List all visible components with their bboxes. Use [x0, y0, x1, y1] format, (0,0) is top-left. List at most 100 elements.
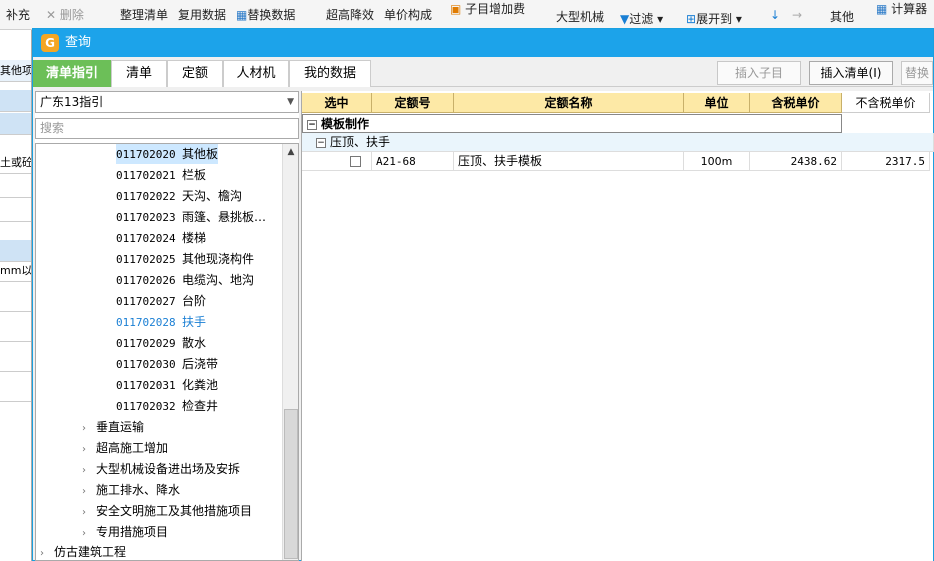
- replace-data-button[interactable]: ▦替换数据: [236, 6, 295, 23]
- tree-item[interactable]: 011702021 栏板: [116, 165, 206, 185]
- chevron-right-icon[interactable]: ›: [82, 482, 96, 502]
- item-code: 011702027: [116, 295, 176, 308]
- column-header-select[interactable]: 选中: [302, 93, 372, 113]
- subgroup-row[interactable]: − 压顶、扶手: [302, 133, 934, 152]
- scrollbar-thumb[interactable]: [284, 409, 298, 559]
- guide-selector-value: 广东13指引: [40, 95, 104, 109]
- item-name: 栏板: [182, 168, 207, 182]
- chevron-right-icon[interactable]: ›: [82, 524, 96, 544]
- tree-item[interactable]: 011702031 化粪池: [116, 375, 218, 395]
- scroll-up-icon[interactable]: ▲: [283, 144, 298, 160]
- background-table-strip: 其他项 土或砼 mm以内: [0, 30, 32, 561]
- collapse-icon[interactable]: −: [316, 137, 326, 148]
- tab-quota[interactable]: 定额: [167, 60, 223, 87]
- item-code: 011702024: [116, 232, 176, 245]
- tree-item[interactable]: 011702023 雨篷、悬挑板…: [116, 207, 266, 227]
- table-row[interactable]: A21-68 压顶、扶手模板 100m 2438.62 2317.5: [302, 152, 934, 171]
- price-composition-button[interactable]: 单价构成: [384, 6, 432, 23]
- tab-list-guide[interactable]: 清单指引: [33, 60, 111, 87]
- price-without-tax-cell: 2317.5: [842, 152, 930, 171]
- background-row: [0, 240, 31, 262]
- tree-item[interactable]: 011702026 电缆沟、地沟: [116, 270, 254, 290]
- item-code: 011702021: [116, 169, 176, 182]
- column-header-unit[interactable]: 单位: [684, 93, 750, 113]
- price-with-tax-cell: 2438.62: [750, 152, 842, 171]
- insert-list-button[interactable]: 插入清单(I): [809, 61, 893, 85]
- tab-my-data[interactable]: 我的数据: [289, 60, 371, 87]
- tree-group[interactable]: › 垂直运输: [82, 417, 144, 437]
- tree-group[interactable]: › 大型机械设备进出场及安拆: [82, 459, 240, 479]
- dialog-title: 查询: [65, 35, 92, 50]
- dialog-titlebar[interactable]: G 查询: [33, 29, 933, 57]
- tree-item[interactable]: 011702025 其他现浇构件: [116, 249, 254, 269]
- tab-labor-material-machine[interactable]: 人材机: [223, 60, 289, 87]
- filter-button[interactable]: ▼过滤 ▾: [620, 10, 663, 27]
- large-machinery-button[interactable]: 大型机械: [556, 8, 604, 25]
- guide-tree-panel: 广东13指引 ▼ 搜索 011702020 其他板 011702021 栏板 011…: [35, 91, 299, 561]
- chevron-right-icon[interactable]: ›: [82, 419, 96, 439]
- item-code: 011702028: [116, 316, 176, 329]
- collapse-icon[interactable]: −: [307, 119, 317, 130]
- expand-to-button[interactable]: ⊞展开到 ▾: [686, 10, 742, 27]
- column-header-quota-name[interactable]: 定额名称: [454, 93, 684, 113]
- tree-item[interactable]: 011702024 楼梯: [116, 228, 206, 248]
- column-header-price-with-tax[interactable]: 含税单价: [750, 93, 842, 113]
- unit-cell: 100m: [684, 152, 750, 171]
- item-name: 电缆沟、地沟: [182, 273, 255, 287]
- supplement-button[interactable]: 补充: [6, 6, 30, 23]
- tree-item[interactable]: 011702028 扶手: [116, 312, 206, 332]
- tree-group[interactable]: › 超高施工增加: [82, 438, 168, 458]
- quota-code-cell: A21-68: [372, 152, 454, 171]
- item-name: 化粪池: [182, 378, 219, 392]
- over-height-button[interactable]: 超高降效: [326, 6, 374, 23]
- background-row: [0, 350, 31, 372]
- chevron-right-icon[interactable]: ›: [82, 503, 96, 523]
- tree-item[interactable]: 011702030 后浇带: [116, 354, 218, 374]
- tree-root[interactable]: › 仿古建筑工程: [40, 542, 126, 560]
- delete-icon: ✕: [46, 8, 60, 22]
- organize-list-button[interactable]: 整理清单: [120, 6, 168, 23]
- delete-button[interactable]: ✕ 删除: [46, 6, 84, 23]
- guide-tree: 011702020 其他板 011702021 栏板 011702022 天沟、檐沟 …: [35, 143, 299, 561]
- fee-icon: ▣: [450, 2, 466, 16]
- tree-item[interactable]: 011702020 其他板: [116, 144, 219, 164]
- tab-list[interactable]: 清单: [111, 60, 167, 87]
- item-name: 散水: [182, 336, 207, 350]
- group-cell: − 模板制作: [302, 114, 842, 133]
- row-checkbox[interactable]: [350, 156, 361, 167]
- chevron-right-icon[interactable]: ›: [82, 440, 96, 460]
- tree-group[interactable]: › 专用措施项目: [82, 522, 168, 542]
- reuse-data-button[interactable]: 复用数据: [178, 6, 226, 23]
- guide-selector[interactable]: 广东13指引 ▼: [35, 91, 299, 113]
- item-name: 天沟、檐沟: [182, 189, 243, 203]
- insert-sub-item-button[interactable]: 插入子目: [717, 61, 801, 85]
- item-code: 011702030: [116, 358, 176, 371]
- column-header-quota-code[interactable]: 定额号: [372, 93, 454, 113]
- tree-item[interactable]: 011702029 散水: [116, 333, 206, 353]
- item-name: 其他板: [182, 147, 219, 161]
- item-code: 011702022: [116, 190, 176, 203]
- sub-item-fee-button[interactable]: ▣ 子目增加费: [450, 0, 525, 17]
- tree-scrollbar[interactable]: ▲: [282, 144, 298, 560]
- column-header-price-without-tax[interactable]: 不含税单价: [842, 93, 930, 113]
- replace-button[interactable]: 替换清: [901, 61, 933, 85]
- tree-item[interactable]: 011702027 台阶: [116, 291, 206, 311]
- item-code: 011702031: [116, 379, 176, 392]
- tree-group[interactable]: › 安全文明施工及其他措施项目: [82, 501, 252, 521]
- background-row: 土或砼: [0, 152, 31, 174]
- tree-item[interactable]: 011702032 检查井: [116, 396, 218, 416]
- tree-group[interactable]: › 施工排水、降水: [82, 480, 180, 500]
- item-name: 检查井: [182, 399, 219, 413]
- group-row[interactable]: − 模板制作: [302, 114, 934, 133]
- move-down-icon[interactable]: ↓: [770, 8, 780, 22]
- move-right-icon[interactable]: →: [792, 8, 802, 22]
- chevron-right-icon[interactable]: ›: [40, 544, 54, 560]
- chevron-down-icon[interactable]: ▼: [287, 92, 294, 112]
- other-button[interactable]: 其他: [830, 8, 854, 25]
- calculator-button[interactable]: ▦ 计算器: [876, 0, 927, 17]
- chevron-right-icon[interactable]: ›: [82, 461, 96, 481]
- tree-item[interactable]: 011702022 天沟、檐沟: [116, 186, 242, 206]
- search-input[interactable]: 搜索: [35, 118, 299, 139]
- item-name: 台阶: [182, 294, 207, 308]
- app-logo-icon: G: [41, 34, 59, 52]
